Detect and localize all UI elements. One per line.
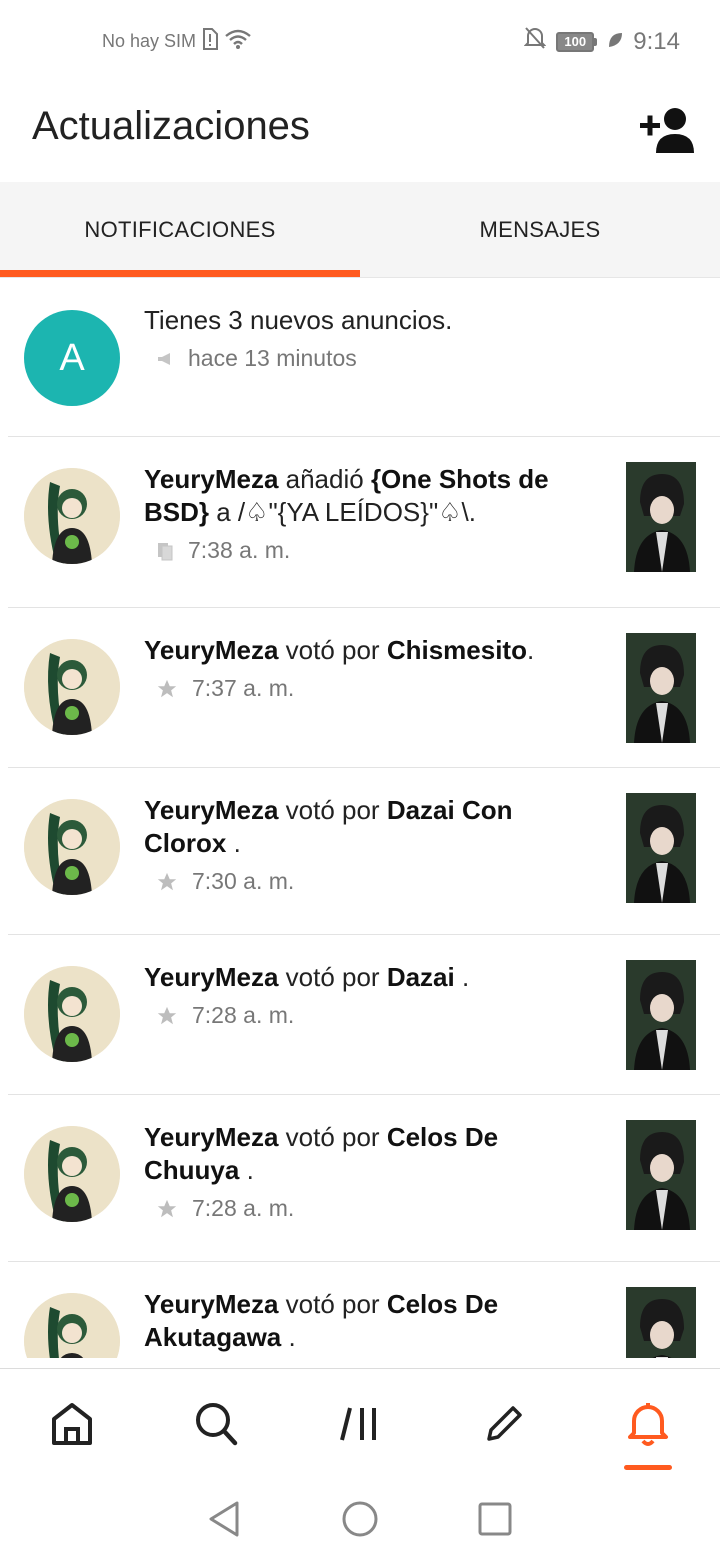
notification-text: Tienes 3 nuevos anuncios. hace 13 minuto… — [144, 304, 700, 372]
list-item[interactable]: YeuryMeza añadió {One Shots de BSD} a /♤… — [8, 437, 720, 608]
nav-write-button[interactable] — [432, 1369, 576, 1478]
story-title[interactable]: Dazai — [387, 962, 455, 992]
list-item[interactable]: YeuryMeza votó por Celos De Akutagawa . — [8, 1262, 720, 1358]
tab-mensajes[interactable]: MENSAJES — [360, 182, 720, 277]
notification-meta: 7:37 a. m. — [144, 675, 590, 702]
notification-message: YeuryMeza votó por Dazai Con Clorox . — [144, 795, 513, 858]
home-circle-icon[interactable] — [341, 1500, 379, 1538]
notification-time: 7:28 a. m. — [192, 1002, 295, 1028]
battery-icon: 100 — [556, 31, 598, 52]
avatar — [24, 468, 120, 564]
notification-time: 7:30 a. m. — [192, 868, 295, 894]
nav-home-button[interactable] — [0, 1369, 144, 1478]
username[interactable]: YeuryMeza — [144, 635, 278, 665]
username[interactable]: YeuryMeza — [144, 962, 278, 992]
notification-text: YeuryMeza añadió {One Shots de BSD} a /♤… — [144, 463, 590, 564]
notification-message: YeuryMeza añadió {One Shots de BSD} a /♤… — [144, 464, 549, 527]
list-item[interactable]: YeuryMeza votó por Dazai Con Clorox . 7:… — [8, 768, 720, 935]
notification-text: YeuryMeza votó por Celos De Akutagawa . — [144, 1288, 590, 1354]
tab-notificaciones[interactable]: NOTIFICACIONES — [0, 182, 360, 277]
nav-search-button[interactable] — [144, 1369, 288, 1478]
story-cover[interactable] — [626, 633, 696, 743]
notification-meta: 7:28 a. m. — [144, 1195, 590, 1222]
story-cover[interactable] — [626, 1120, 696, 1230]
library-icon — [340, 1407, 376, 1440]
username[interactable]: YeuryMeza — [144, 464, 278, 494]
search-icon — [196, 1402, 238, 1445]
add-person-icon — [640, 108, 694, 153]
notification-message: YeuryMeza votó por Celos De Akutagawa . — [144, 1289, 499, 1352]
battery-level: 100 — [556, 31, 595, 52]
wifi-icon — [224, 28, 252, 55]
story-cover[interactable] — [626, 960, 696, 1070]
nav-library-button[interactable] — [288, 1369, 432, 1478]
avatar-letter: A — [59, 336, 85, 379]
notification-text: YeuryMeza votó por Dazai Con Clorox . 7:… — [144, 794, 590, 895]
page-title: Actualizaciones — [32, 104, 310, 148]
story-cover[interactable] — [626, 462, 696, 572]
avatar — [24, 1126, 120, 1222]
notification-time: hace 13 minutos — [188, 345, 357, 371]
avatar — [24, 1293, 120, 1358]
status-bar: No hay SIM 100 9:14 — [0, 0, 720, 84]
notification-time: 7:28 a. m. — [192, 1195, 295, 1221]
notification-meta: 7:30 a. m. — [144, 868, 590, 895]
avatar — [24, 639, 120, 735]
carrier-text: No hay SIM — [102, 31, 197, 51]
notification-text: YeuryMeza votó por Chismesito. 7:37 a. m… — [144, 634, 590, 702]
app-header: Actualizaciones — [0, 84, 720, 182]
avatar: A — [24, 310, 120, 406]
notification-time: 7:37 a. m. — [192, 675, 295, 701]
story-title[interactable]: Chismesito — [387, 635, 527, 665]
avatar — [24, 799, 120, 895]
notification-text: YeuryMeza votó por Celos De Chuuya . 7:2… — [144, 1121, 590, 1222]
list-item[interactable]: YeuryMeza votó por Chismesito. 7:37 a. m… — [8, 608, 720, 768]
notification-meta: hace 13 minutos — [144, 345, 700, 372]
home-icon — [52, 1402, 92, 1445]
pencil-icon — [487, 1405, 522, 1441]
megaphone-icon — [158, 352, 170, 365]
notification-meta: 7:28 a. m. — [144, 1002, 590, 1029]
notification-message: Tienes 3 nuevos anuncios. — [144, 305, 453, 335]
status-right: 100 9:14 — [523, 26, 680, 57]
list-item[interactable]: YeuryMeza votó por Celos De Chuuya . 7:2… — [8, 1095, 720, 1262]
star-icon — [157, 1199, 177, 1217]
sim-icon — [202, 28, 219, 55]
nav-notifications-button[interactable] — [576, 1369, 720, 1478]
library-icon — [158, 542, 173, 560]
notification-meta: 7:38 a. m. — [144, 537, 590, 564]
notification-text: YeuryMeza votó por Dazai . 7:28 a. m. — [144, 961, 590, 1029]
recents-icon[interactable] — [477, 1501, 513, 1537]
bell-icon — [628, 1402, 668, 1446]
clock-time: 9:14 — [633, 27, 680, 55]
back-icon[interactable] — [207, 1499, 243, 1539]
notification-list[interactable]: A Tienes 3 nuevos anuncios. hace 13 minu… — [0, 278, 720, 1358]
star-icon — [157, 679, 177, 697]
star-icon — [157, 1006, 177, 1024]
username[interactable]: YeuryMeza — [144, 1289, 278, 1319]
mute-bell-icon — [523, 26, 547, 57]
leaf-icon — [607, 28, 623, 56]
notification-message: YeuryMeza votó por Celos De Chuuya . — [144, 1122, 499, 1185]
username[interactable]: YeuryMeza — [144, 795, 278, 825]
notification-message: YeuryMeza votó por Chismesito. — [144, 635, 535, 665]
notification-message: YeuryMeza votó por Dazai . — [144, 962, 470, 992]
list-item[interactable]: A Tienes 3 nuevos anuncios. hace 13 minu… — [8, 278, 720, 437]
status-left: No hay SIM — [102, 28, 252, 55]
add-user-button[interactable] — [638, 102, 698, 158]
story-cover[interactable] — [626, 793, 696, 903]
username[interactable]: YeuryMeza — [144, 1122, 278, 1152]
tab-bar: NOTIFICACIONES MENSAJES — [0, 182, 720, 278]
bottom-nav — [0, 1368, 720, 1478]
notification-time: 7:38 a. m. — [188, 537, 291, 563]
list-item[interactable]: YeuryMeza votó por Dazai . 7:28 a. m. — [8, 935, 720, 1095]
story-cover[interactable] — [626, 1287, 696, 1358]
avatar — [24, 966, 120, 1062]
star-icon — [157, 872, 177, 890]
system-nav — [0, 1478, 720, 1560]
